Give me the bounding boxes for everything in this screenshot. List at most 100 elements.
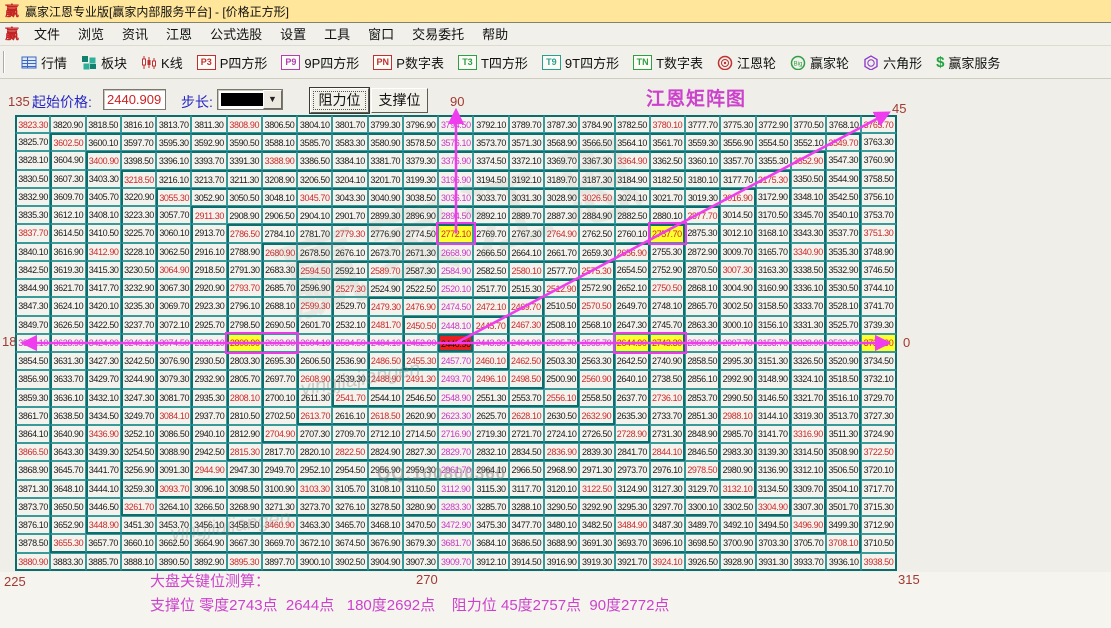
matrix-cell: 3273.70 [297, 498, 332, 516]
toolbar-button-行情[interactable]: 行情 [14, 51, 74, 74]
matrix-cell: 3660.10 [121, 534, 156, 552]
matrix-cell: 3328.90 [791, 334, 826, 352]
matrix-cell: 3007.30 [720, 261, 755, 279]
matrix-cell: 3364.90 [615, 151, 650, 169]
toolbar-button-K线[interactable]: K线 [134, 51, 190, 74]
toolbar-button-P四方形[interactable]: P3P四方形 [190, 51, 275, 74]
toolbar-button-江恩轮[interactable]: 江恩轮 [710, 51, 783, 74]
menu-item-文件[interactable]: 文件 [25, 25, 69, 44]
matrix-cell: 3636.10 [50, 389, 85, 407]
toolbar-button-赢家轮[interactable]: Big赢家轮 [783, 51, 856, 74]
toolbar-button-六角形[interactable]: 六角形 [856, 51, 929, 74]
matrix-cell: 2664.10 [509, 243, 544, 261]
matrix-cell: 3765.70 [861, 115, 896, 133]
matrix-cell: 3012.10 [720, 224, 755, 242]
matrix-cell: 2988.10 [720, 407, 755, 425]
matrix-cell: 2630.50 [544, 407, 579, 425]
menu-item-公式选股[interactable]: 公式选股 [201, 25, 271, 44]
matrix-cell: 3021.70 [650, 188, 685, 206]
matrix-cell: 3626.50 [50, 316, 85, 334]
matrix-cell: 3484.90 [615, 516, 650, 534]
matrix-cell: 3319.30 [791, 407, 826, 425]
matrix-cell: 3343.30 [791, 224, 826, 242]
matrix-cell: 3938.50 [861, 553, 896, 571]
matrix-cell: 2860.90 [685, 334, 720, 352]
matrix-cell: 3055.30 [156, 188, 191, 206]
menu-item-资讯[interactable]: 资讯 [113, 25, 157, 44]
matrix-cell: 2932.90 [191, 370, 226, 388]
support-button[interactable]: 支撑位 [371, 88, 428, 113]
matrix-cell: 3424.90 [86, 334, 121, 352]
menu-item-交易委托[interactable]: 交易委托 [403, 25, 473, 44]
matrix-cell: 3420.10 [86, 297, 121, 315]
matrix-cell: 3427.30 [86, 352, 121, 370]
matrix-cell: 2796.10 [227, 297, 262, 315]
matrix-cell: 2623.30 [438, 407, 473, 425]
matrix-cell: 3607.30 [50, 170, 85, 188]
menu-item-帮助[interactable]: 帮助 [473, 25, 517, 44]
matrix-cell: 3789.70 [509, 115, 544, 133]
matrix-cell: 3194.50 [473, 170, 508, 188]
toolbar-button-赢家服务[interactable]: $赢家服务 [929, 51, 1007, 74]
hexagon-icon [863, 55, 879, 70]
menu-item-设置[interactable]: 设置 [271, 25, 315, 44]
matrix-cell: 3388.90 [262, 151, 297, 169]
menu-item-浏览[interactable]: 浏览 [69, 25, 113, 44]
toolbar-button-9T四方形[interactable]: T99T四方形 [535, 51, 626, 74]
matrix-cell: 3172.90 [756, 188, 791, 206]
matrix-cell: 3504.10 [826, 480, 861, 498]
matrix-cell: 3873.70 [15, 498, 50, 516]
matrix-cell: 3139.30 [756, 443, 791, 461]
matrix-cell: 3244.90 [121, 370, 156, 388]
matrix-cell: 2460.10 [473, 352, 508, 370]
matrix-cell: 3384.10 [332, 151, 367, 169]
matrix-cell: 2976.10 [650, 461, 685, 479]
menu-item-工具[interactable]: 工具 [315, 25, 359, 44]
matrix-cell: 2942.50 [191, 443, 226, 461]
matrix-cell: 3662.50 [156, 534, 191, 552]
start-price-input[interactable] [103, 89, 166, 110]
matrix-cell: 3933.70 [791, 553, 826, 571]
matrix-cell: 3285.70 [473, 498, 508, 516]
toolbar-button-T数字表[interactable]: TNT数字表 [626, 51, 710, 74]
matrix-cell: 3249.70 [121, 407, 156, 425]
resistance-button[interactable]: 阻力位 [310, 88, 369, 113]
matrix-cell: 3124.90 [615, 480, 650, 498]
menu-item-江恩[interactable]: 江恩 [157, 25, 201, 44]
matrix-cell: 3681.70 [438, 534, 473, 552]
matrix-cell: 3825.70 [15, 133, 50, 151]
matrix-cell: 3595.30 [156, 133, 191, 151]
matrix-cell: 3667.30 [227, 534, 262, 552]
matrix-cell: 3854.50 [15, 352, 50, 370]
menu-item-窗口[interactable]: 窗口 [359, 25, 403, 44]
toolbar-button-9P四方形[interactable]: P99P四方形 [274, 51, 366, 74]
matrix-cell: 3386.50 [297, 151, 332, 169]
matrix-cell: 3446.50 [86, 498, 121, 516]
matrix-cell: 3096.10 [191, 480, 226, 498]
matrix-cell: 2788.90 [227, 243, 262, 261]
matrix-cell: 3398.50 [121, 151, 156, 169]
matrix-cell: 2704.90 [262, 425, 297, 443]
matrix-cell: 3036.10 [438, 188, 473, 206]
toolbar-button-P数字表[interactable]: PNP数字表 [366, 51, 451, 74]
toolbar-button-板块[interactable]: 板块 [74, 51, 134, 74]
matrix-cell: 3880.90 [15, 553, 50, 571]
matrix-cell: 3732.10 [861, 370, 896, 388]
matrix-cell: 3936.10 [826, 553, 861, 571]
matrix-cell: 2856.10 [685, 370, 720, 388]
step-dropdown[interactable]: ▼ [217, 89, 283, 110]
matrix-cell: 2659.30 [579, 243, 614, 261]
matrix-cell: 3748.90 [861, 243, 896, 261]
matrix-cell: 3628.90 [50, 334, 85, 352]
t3-badge-icon: T3 [458, 55, 477, 70]
chevron-down-icon[interactable]: ▼ [263, 90, 282, 109]
matrix-cell: 2995.30 [720, 352, 755, 370]
matrix-cell: 2589.70 [368, 261, 403, 279]
toolbar-button-T四方形[interactable]: T3T四方形 [451, 51, 535, 74]
matrix-cell: 3782.50 [615, 115, 650, 133]
matrix-cell: 3643.30 [50, 443, 85, 461]
matrix-cell: 3696.10 [650, 534, 685, 552]
matrix-cell: 3616.90 [50, 243, 85, 261]
matrix-cell: 2493.70 [438, 370, 473, 388]
matrix-cell: 3079.30 [156, 370, 191, 388]
